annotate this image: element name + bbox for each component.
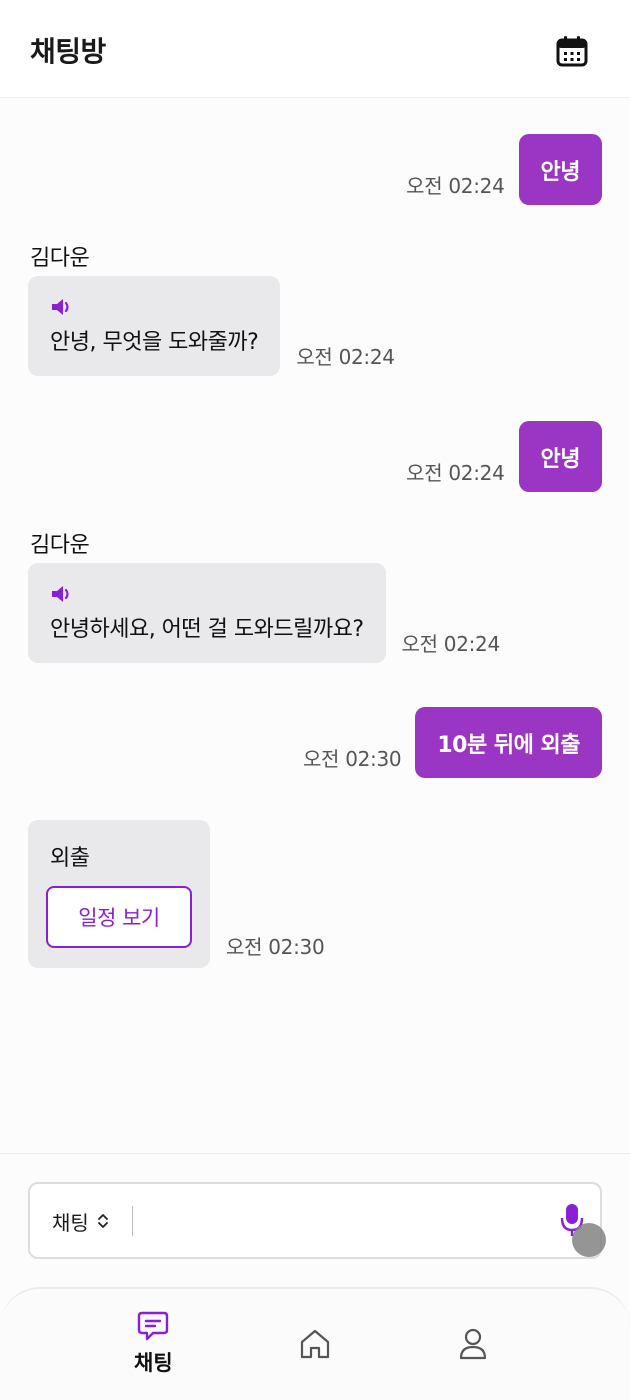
message-bot: 외출 일정 보기 오전 02:30 bbox=[28, 820, 325, 968]
message-time: 오전 02:24 bbox=[406, 461, 505, 485]
nav-item-label: 채팅 bbox=[134, 1351, 173, 1375]
divider bbox=[0, 1153, 630, 1154]
message-time: 오전 02:30 bbox=[226, 935, 325, 959]
message-user: 오전 02:24 안녕 bbox=[406, 134, 602, 205]
chat-text-input[interactable] bbox=[140, 1198, 550, 1246]
message-user: 오전 02:24 안녕 bbox=[406, 421, 602, 492]
user-bubble: 안녕 bbox=[518, 134, 602, 205]
message-bot: 안녕하세요, 어떤 걸 도와드릴까요? 오전 02:24 bbox=[28, 563, 500, 663]
user-bubble: 안녕 bbox=[518, 421, 602, 492]
message-time: 오전 02:24 bbox=[296, 345, 395, 369]
bot-message-text: 외출 bbox=[50, 846, 90, 871]
message-time: 오전 02:24 bbox=[401, 632, 501, 656]
home-icon bbox=[300, 1329, 330, 1359]
bot-message-text: 안녕하세요, 어떤 걸 도와드릴까요? bbox=[50, 617, 364, 642]
chevron-up-down-icon bbox=[97, 1214, 108, 1228]
message-time: 오전 02:24 bbox=[406, 174, 505, 198]
sender-name: 김다운 bbox=[30, 533, 90, 558]
message-bot: 안녕, 무엇을 도와줄까? 오전 02:24 bbox=[28, 276, 395, 376]
chat-icon bbox=[138, 1311, 169, 1341]
input-separator bbox=[132, 1206, 133, 1236]
speaker-icon[interactable] bbox=[50, 296, 74, 318]
chat-mode-select[interactable]: 채팅 bbox=[52, 1206, 109, 1236]
message-user: 오전 02:30 10분 뒤에 외출 bbox=[303, 707, 602, 778]
bot-bubble: 안녕, 무엇을 도와줄까? bbox=[28, 276, 281, 376]
chat-input-bar: 채팅 bbox=[28, 1182, 602, 1259]
calendar-icon[interactable] bbox=[554, 34, 590, 68]
bot-bubble: 외출 일정 보기 bbox=[28, 820, 210, 968]
touch-indicator bbox=[572, 1223, 606, 1257]
sender-name: 김다운 bbox=[30, 246, 90, 271]
page-title: 채팅방 bbox=[30, 35, 106, 68]
app-header: 채팅방 bbox=[0, 0, 630, 98]
nav-item-profile[interactable] bbox=[456, 1327, 490, 1361]
profile-icon bbox=[459, 1328, 487, 1360]
user-bubble: 10분 뒤에 외출 bbox=[415, 707, 602, 778]
bottom-nav: 채팅 bbox=[0, 1287, 630, 1400]
nav-item-home[interactable] bbox=[298, 1327, 332, 1361]
bot-message-text: 안녕, 무엇을 도와줄까? bbox=[50, 330, 259, 355]
bot-bubble: 안녕하세요, 어떤 걸 도와드릴까요? bbox=[28, 563, 386, 663]
message-time: 오전 02:30 bbox=[302, 747, 402, 771]
nav-item-chat[interactable]: 채팅 bbox=[134, 1309, 173, 1377]
chat-mode-label: 채팅 bbox=[52, 1210, 89, 1235]
speaker-icon[interactable] bbox=[50, 583, 74, 605]
view-schedule-button[interactable]: 일정 보기 bbox=[46, 886, 192, 948]
